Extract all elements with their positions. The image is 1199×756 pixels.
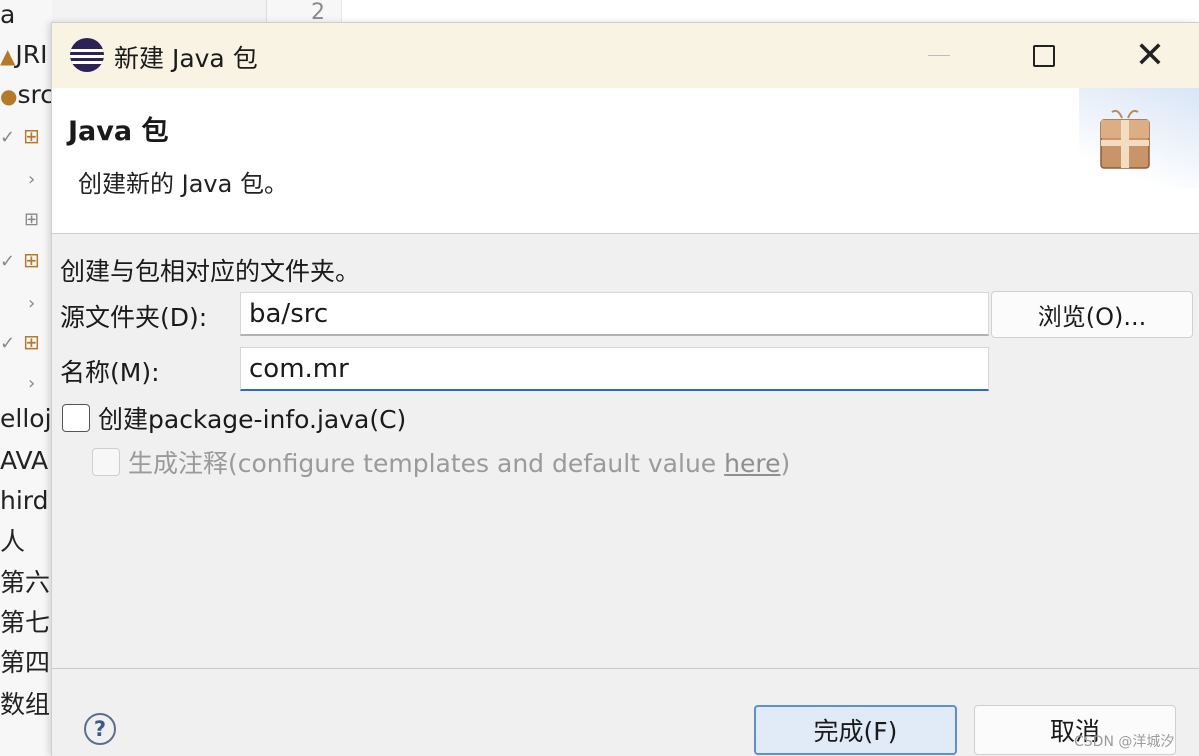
maximize-button[interactable] [1009,23,1079,88]
chevron-icon: ✓ [0,333,16,354]
tree-item[interactable]: ✓ ⊞ [0,326,40,359]
tree-item[interactable]: 第六章 [0,568,52,598]
editor-area[interactable] [342,0,1199,24]
maximize-icon [1033,44,1055,67]
banner-description: 创建新的 Java 包。 [78,170,288,198]
wizard-banner: Java 包 创建新的 Java 包。 [52,88,1199,234]
tree-item[interactable]: ▲JRI [0,40,48,71]
browse-button[interactable]: 浏览(O)... [991,291,1193,338]
tree-item[interactable]: 人 [0,527,25,557]
generate-comments-hint: (configure templates and default value [228,449,725,478]
generate-comments-label: 生成注释 [128,449,229,478]
chevron-icon: ✓ [0,127,16,148]
name-label: 名称(M): [60,358,160,387]
tree-item[interactable]: 数组 [0,690,50,720]
eclipse-logo-icon [70,38,104,72]
package-icon: ⊞ [23,330,40,354]
watermark: CSDN @洋城汐 [1074,734,1175,750]
tree-item[interactable]: 第七章 [0,608,52,638]
chevron-icon: › [28,169,36,190]
generate-comments-hint-end: ) [780,449,791,478]
tree-item[interactable]: elloj [0,404,52,434]
chevron-icon: › [28,293,36,314]
tree-item[interactable]: ✓ ⊞ [0,244,40,277]
tree-item[interactable]: ⊞ [24,202,39,235]
footer-separator [52,668,1199,669]
package-icon: ⊞ [23,248,40,272]
tree-item[interactable]: › [28,162,35,195]
section-description: 创建与包相对应的文件夹。 [60,257,361,286]
package-explorer: a ▲JRI ●src ✓ ⊞ › ⊞ ✓ ⊞ › ✓ ⊞ › elloj AV… [0,0,52,756]
new-java-package-dialog: 新建 Java 包 ✕ Java 包 创建新的 Java 包。 创建与包相对应的… [51,22,1199,756]
package-icon: ⊞ [24,209,40,230]
minimize-button[interactable] [904,23,974,88]
package-wizard-icon [1100,109,1150,169]
help-icon[interactable]: ? [84,713,116,745]
close-button[interactable]: ✕ [1115,23,1185,88]
package-info-label[interactable]: 创建package-info.java(C) [98,400,406,436]
close-icon: ✕ [1134,34,1166,76]
chevron-icon: ✓ [0,251,16,272]
tree-item[interactable]: hird [0,486,49,516]
finish-button[interactable]: 完成(F) [754,705,957,755]
package-icon: ⊞ [23,124,40,148]
tree-item[interactable]: › [28,366,35,399]
package-name-field[interactable] [240,347,989,391]
generate-comments-checkbox [92,448,120,476]
source-folder-icon: ● [0,84,18,108]
tree-item[interactable]: 第四次 [0,648,52,678]
dialog-title: 新建 Java 包 [114,44,258,73]
tree-item[interactable]: a [0,0,15,30]
source-folder-field[interactable] [240,292,989,336]
source-folder-label: 源文件夹(D): [60,303,208,332]
minimize-icon [928,54,950,57]
title-bar[interactable]: 新建 Java 包 ✕ [52,23,1199,88]
tree-item[interactable]: AVA [0,446,48,476]
generate-comments-row: 生成注释(configure templates and default val… [128,444,790,480]
tree-item[interactable]: › [28,286,35,319]
editor-gutter: 2 [266,0,342,25]
chevron-icon: › [28,373,36,394]
configure-templates-link[interactable]: here [724,449,780,478]
library-icon: ▲ [0,44,16,68]
tree-item[interactable]: ✓ ⊞ [0,120,40,153]
banner-title: Java 包 [68,116,169,147]
tree-item[interactable]: ●src [0,80,52,111]
package-info-checkbox[interactable] [62,404,90,432]
